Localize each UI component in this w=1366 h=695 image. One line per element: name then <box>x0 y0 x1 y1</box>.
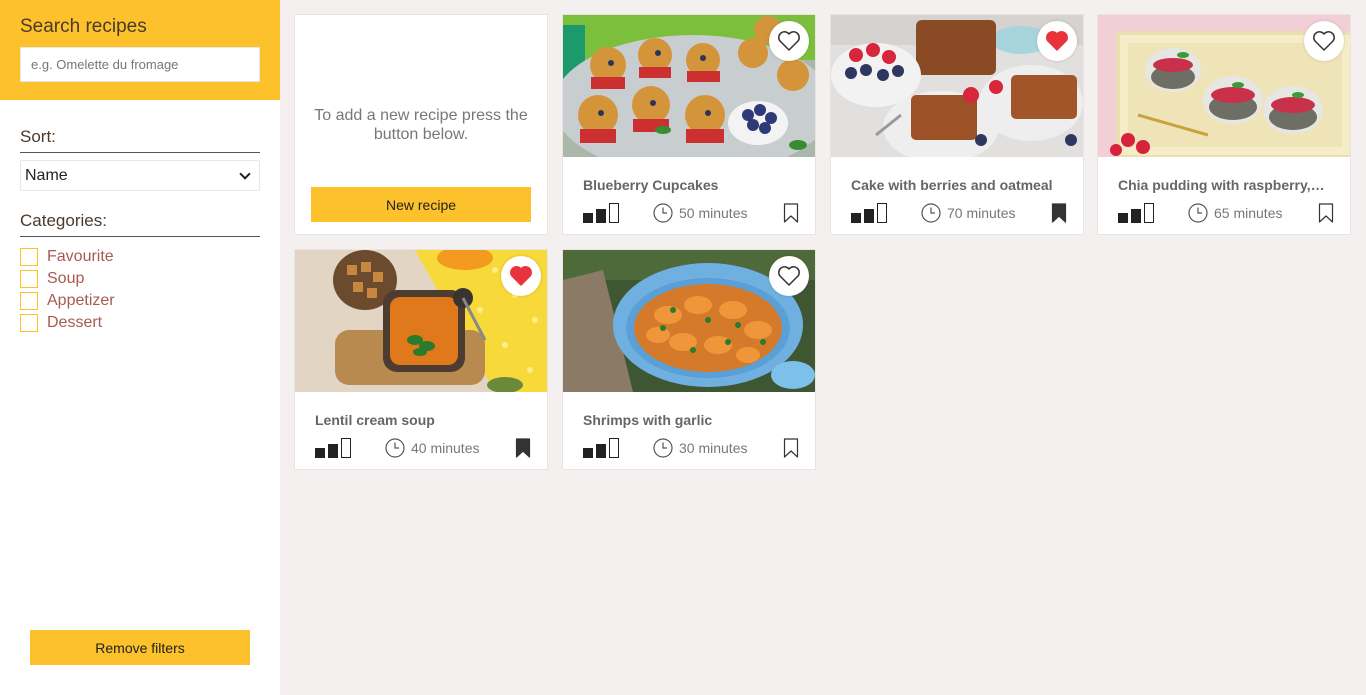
recipe-title[interactable]: Cake with berries and oatmeal <box>851 177 1065 193</box>
recipe-meta: 50 minutes <box>583 203 799 223</box>
time-label: 30 minutes <box>679 440 748 456</box>
bookmark-icon[interactable] <box>515 438 531 458</box>
category-appetizer[interactable]: Appetizer <box>20 290 260 312</box>
favourite-button[interactable] <box>769 21 809 61</box>
category-label: Favourite <box>47 248 114 265</box>
difficulty-icon <box>583 438 619 458</box>
clock-icon <box>653 438 673 458</box>
sort-value: Name <box>25 166 68 184</box>
bookmark-icon[interactable] <box>1318 203 1334 223</box>
recipe-meta: 30 minutes <box>583 438 799 458</box>
favourite-button[interactable] <box>501 256 541 296</box>
checkbox[interactable] <box>20 270 38 288</box>
time-label: 70 minutes <box>947 205 1016 221</box>
recipe-title[interactable]: Chia pudding with raspberry,blueberry <box>1118 177 1332 193</box>
clock-icon <box>921 203 941 223</box>
heart-icon <box>1046 31 1068 51</box>
recipe-title[interactable]: Shrimps with garlic <box>583 412 797 428</box>
clock-icon <box>1188 203 1208 223</box>
bookmark-icon[interactable] <box>783 438 799 458</box>
heart-icon <box>778 266 800 286</box>
category-list: Favourite Soup Appetizer Dessert <box>20 246 260 334</box>
recipe-card[interactable]: Cake with berries and oatmeal 70 minutes <box>830 14 1084 235</box>
favourite-button[interactable] <box>769 256 809 296</box>
category-label: Dessert <box>47 314 103 331</box>
checkbox[interactable] <box>20 314 38 332</box>
search-panel: Search recipes <box>0 0 280 100</box>
favourite-button[interactable] <box>1037 21 1077 61</box>
bookmark-icon[interactable] <box>783 203 799 223</box>
sort-label: Sort: <box>20 127 260 153</box>
difficulty-icon <box>315 438 351 458</box>
recipe-card[interactable]: Shrimps with garlic 30 minutes <box>562 249 816 470</box>
heart-icon <box>778 31 800 51</box>
clock-icon <box>385 438 405 458</box>
difficulty-icon <box>851 203 887 223</box>
sort-select[interactable]: Name <box>20 160 260 191</box>
category-label: Soup <box>47 270 85 287</box>
checkbox[interactable] <box>20 248 38 266</box>
search-title: Search recipes <box>20 16 147 37</box>
time-label: 50 minutes <box>679 205 748 221</box>
categories-label: Categories: <box>20 211 260 237</box>
recipe-meta: 65 minutes <box>1118 203 1334 223</box>
search-input[interactable] <box>20 47 260 82</box>
sidebar: Search recipes Sort: Name Categories: Fa… <box>0 0 280 695</box>
clock-icon <box>653 203 673 223</box>
recipe-card[interactable]: Chia pudding with raspberry,blueberry 65… <box>1097 14 1351 235</box>
recipe-time: 40 minutes <box>385 438 479 458</box>
time-label: 40 minutes <box>411 440 480 456</box>
checkbox[interactable] <box>20 292 38 310</box>
heart-icon <box>1313 31 1335 51</box>
category-favourite[interactable]: Favourite <box>20 246 260 268</box>
recipe-time: 30 minutes <box>653 438 747 458</box>
remove-filters-button[interactable]: Remove filters <box>30 630 250 665</box>
heart-icon <box>510 266 532 286</box>
new-recipe-hint: To add a new recipe press the button bel… <box>314 107 528 143</box>
bookmark-icon[interactable] <box>1051 203 1067 223</box>
category-label: Appetizer <box>47 292 115 309</box>
difficulty-icon <box>1118 203 1154 223</box>
recipe-time: 50 minutes <box>653 203 747 223</box>
recipe-time: 70 minutes <box>921 203 1015 223</box>
favourite-button[interactable] <box>1304 21 1344 61</box>
category-dessert[interactable]: Dessert <box>20 312 260 334</box>
difficulty-icon <box>583 203 619 223</box>
recipe-card[interactable]: Lentil cream soup 40 minutes <box>294 249 548 470</box>
recipe-time: 65 minutes <box>1188 203 1282 223</box>
category-soup[interactable]: Soup <box>20 268 260 290</box>
recipe-meta: 40 minutes <box>315 438 531 458</box>
new-recipe-card: To add a new recipe press the button bel… <box>294 14 548 235</box>
chevron-down-icon <box>239 167 251 180</box>
recipe-title[interactable]: Blueberry Cupcakes <box>583 177 797 193</box>
recipe-meta: 70 minutes <box>851 203 1067 223</box>
recipe-card[interactable]: Blueberry Cupcakes 50 minutes <box>562 14 816 235</box>
new-recipe-button[interactable]: New recipe <box>311 187 531 222</box>
time-label: 65 minutes <box>1214 205 1283 221</box>
recipe-title[interactable]: Lentil cream soup <box>315 412 529 428</box>
